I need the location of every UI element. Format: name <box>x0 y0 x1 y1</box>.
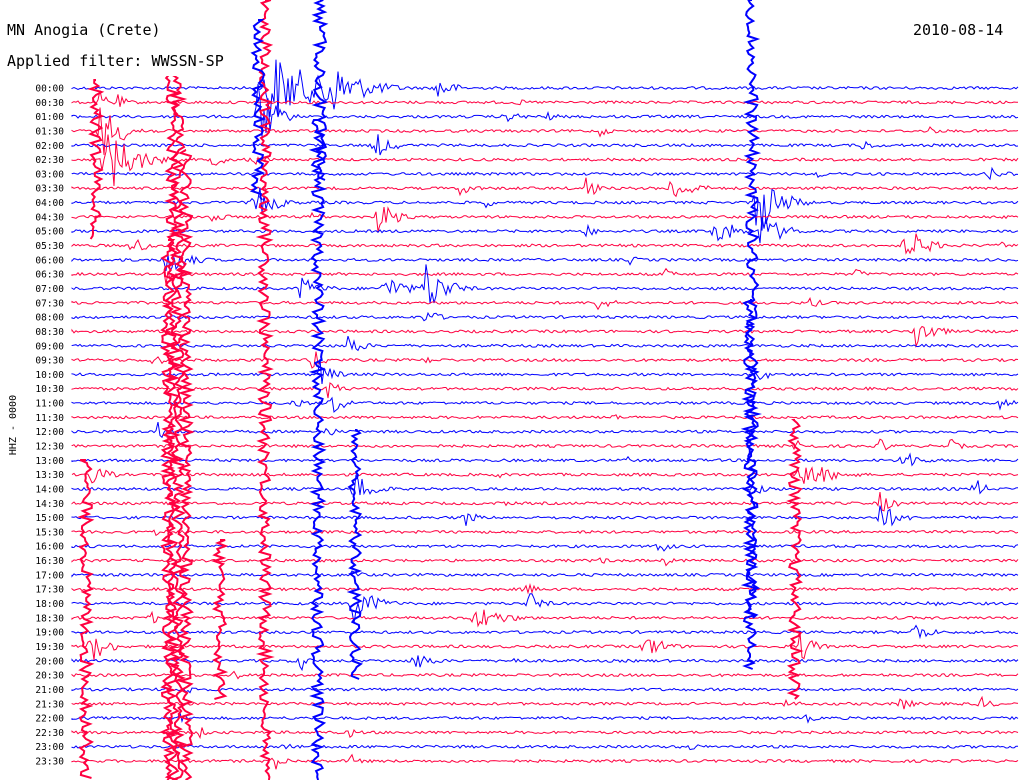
time-tick-label: 15:00 <box>35 513 64 524</box>
time-tick-label: 16:30 <box>35 556 64 567</box>
time-tick-label: 00:00 <box>35 84 64 95</box>
time-tick-label: 11:30 <box>35 413 64 424</box>
time-tick-label: 19:00 <box>35 628 64 639</box>
time-tick-label: 03:30 <box>35 184 64 195</box>
time-tick-label: 14:30 <box>35 499 64 510</box>
time-tick-label: 04:30 <box>35 212 64 223</box>
time-tick-label: 23:30 <box>35 757 64 768</box>
date-label: 2010-08-14 <box>913 21 1003 39</box>
seismogram-plot: 00:00 00:30 01:00 01:30 02:00 02:30 03:00 03:30… <box>0 0 1024 780</box>
time-tick-label: 16:00 <box>35 542 64 553</box>
time-tick-label: 06:30 <box>35 270 64 281</box>
time-tick-label: 17:00 <box>35 570 64 581</box>
time-tick-label: 21:00 <box>35 685 64 696</box>
time-tick-label: 05:30 <box>35 241 64 252</box>
time-tick-label: 12:00 <box>35 427 64 438</box>
time-tick-label: 20:30 <box>35 671 64 682</box>
time-tick-label: 10:00 <box>35 370 64 381</box>
time-tick-label: 10:30 <box>35 384 64 395</box>
time-tick-label: 01:30 <box>35 127 64 138</box>
filter-label: Applied filter: WWSSN-SP <box>7 52 224 70</box>
time-tick-label: 12:30 <box>35 442 64 453</box>
time-tick-label: 11:00 <box>35 399 64 410</box>
channel-axis-label: HHZ - 0000 <box>8 395 19 455</box>
time-tick-label: 18:00 <box>35 599 64 610</box>
time-tick-label: 13:00 <box>35 456 64 467</box>
time-tick-label: 18:30 <box>35 613 64 624</box>
time-tick-label: 21:30 <box>35 699 64 710</box>
time-tick-label: 09:30 <box>35 356 64 367</box>
time-tick-label: 06:00 <box>35 255 64 266</box>
time-tick-label: 22:00 <box>35 714 64 725</box>
time-tick-label: 23:00 <box>35 742 64 753</box>
time-tick-label: 00:30 <box>35 98 64 109</box>
time-tick-label: 19:30 <box>35 642 64 653</box>
time-tick-label: 08:00 <box>35 313 64 324</box>
time-tick-label: 09:00 <box>35 341 64 352</box>
time-tick-label: 22:30 <box>35 728 64 739</box>
station-title: MN Anogia (Crete) <box>7 21 161 39</box>
time-tick-label: 04:00 <box>35 198 64 209</box>
time-tick-label: 17:30 <box>35 585 64 596</box>
time-tick-label: 03:00 <box>35 169 64 180</box>
time-tick-label: 14:00 <box>35 485 64 496</box>
time-tick-label: 02:00 <box>35 141 64 152</box>
time-tick-label: 07:30 <box>35 298 64 309</box>
time-tick-label: 05:00 <box>35 227 64 238</box>
time-tick-label: 08:30 <box>35 327 64 338</box>
time-tick-label: 13:30 <box>35 470 64 481</box>
time-tick-label: 07:00 <box>35 284 64 295</box>
time-tick-label: 01:00 <box>35 112 64 123</box>
time-tick-label: 15:30 <box>35 527 64 538</box>
time-tick-label: 20:00 <box>35 656 64 667</box>
time-tick-label: 02:30 <box>35 155 64 166</box>
